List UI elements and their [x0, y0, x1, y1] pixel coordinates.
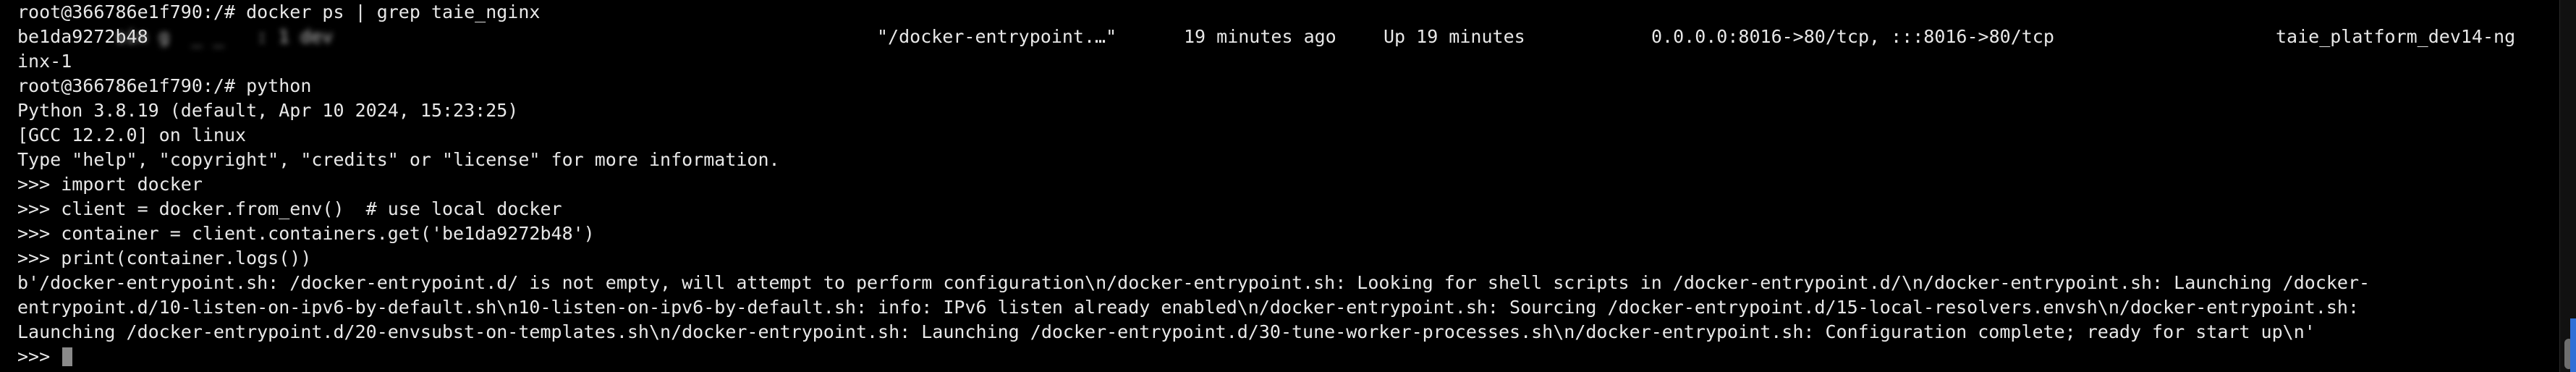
python-version-line: Python 3.8.19 (default, Apr 10 2024, 15:…	[17, 100, 519, 121]
command-line-docker-ps: root@366786e1f790:/# docker ps | grep ta…	[17, 1, 541, 22]
python-compiler-line: [GCC 12.2.0] on linux	[17, 124, 247, 145]
container-ports: 0.0.0.0:8016->80/tcp, :::8016->80/tcp	[1651, 26, 2054, 47]
repl-container-get: >>> container = client.containers.get('b…	[17, 223, 595, 244]
repl-print-logs: >>> print(container.logs())	[17, 248, 312, 269]
terminal-window[interactable]: root@366786e1f790:/# docker ps | grep ta…	[0, 0, 2576, 372]
repl-client-from-env: >>> client = docker.from_env() # use loc…	[17, 198, 562, 219]
container-command: "/docker-entrypoint.…"	[877, 26, 1117, 47]
window-edge-accent	[2570, 318, 2576, 372]
text-cursor	[62, 347, 73, 366]
logs-output-line-3: Launching /docker-entrypoint.d/20-envsub…	[17, 321, 2316, 342]
logs-output-line-1: b'/docker-entrypoint.sh: /docker-entrypo…	[17, 272, 2370, 293]
container-name: taie_platform_dev14-ng	[2276, 26, 2516, 47]
python-help-line: Type "help", "copyright", "credits" or "…	[17, 149, 780, 170]
command-line-python: root@366786e1f790:/# python	[17, 75, 312, 96]
vertical-scrollbar[interactable]	[2559, 0, 2576, 372]
container-created: 19 minutes ago	[1184, 26, 1336, 47]
container-name-wrap: inx-1	[17, 51, 72, 72]
repl-import-docker: >>> import docker	[17, 174, 203, 195]
repl-prompt-text: >>>	[17, 346, 62, 367]
terminal-output: root@366786e1f790:/# docker ps | grep ta…	[17, 0, 2576, 369]
logs-output-line-2: entrypoint.d/10-listen-on-ipv6-by-defaul…	[17, 297, 2360, 318]
docker-ps-result-row: be1da9272b48 sin g _ _ : 1 dev "/docker-…	[17, 25, 2576, 49]
repl-active-prompt[interactable]: >>>	[17, 344, 2576, 369]
container-status: Up 19 minutes	[1384, 26, 1525, 47]
container-image-redacted: sin g _ _ : 1 dev	[115, 26, 334, 47]
